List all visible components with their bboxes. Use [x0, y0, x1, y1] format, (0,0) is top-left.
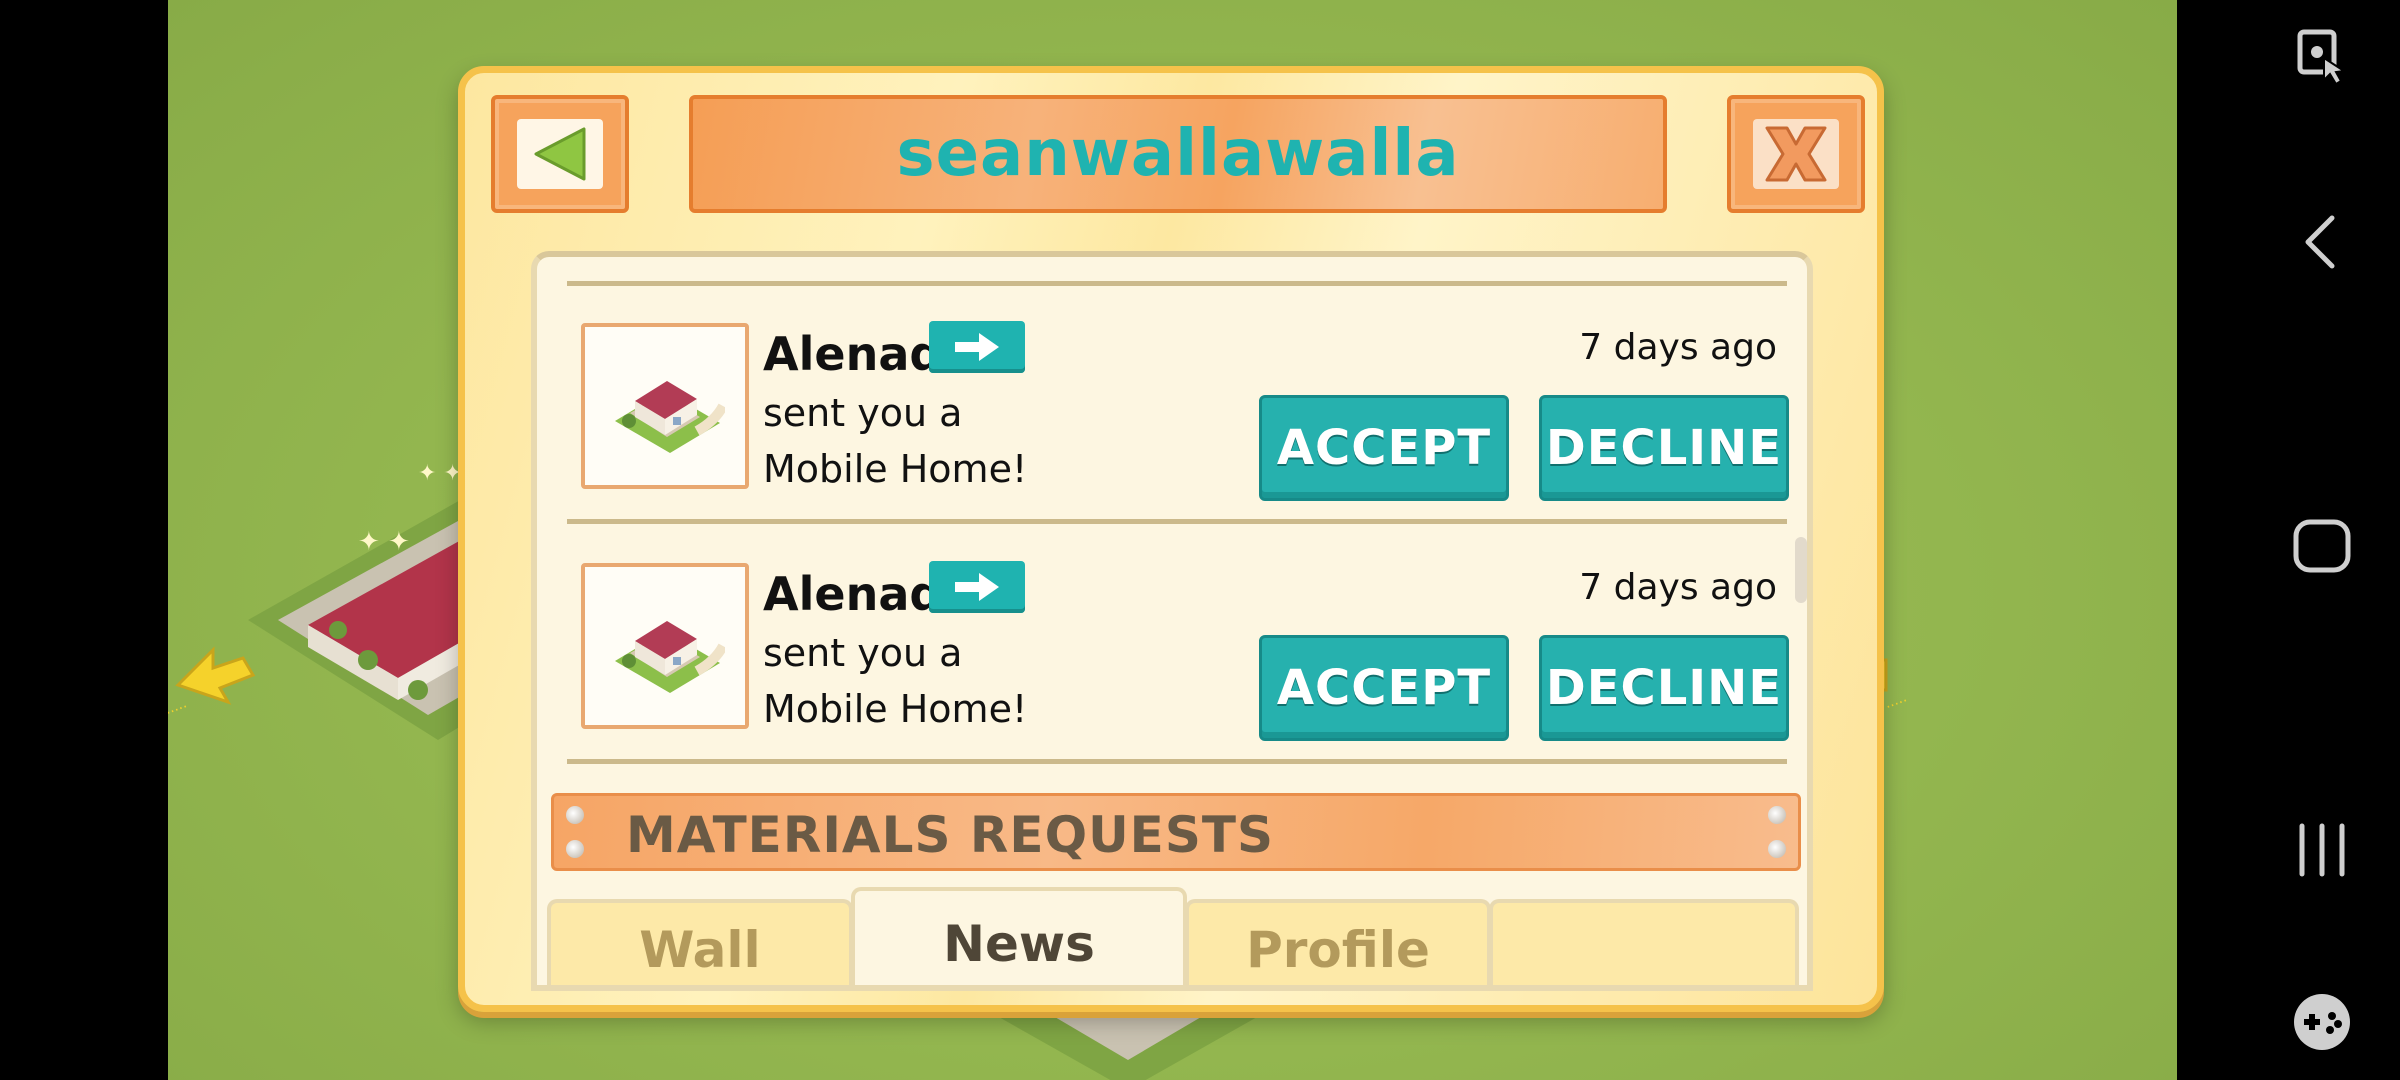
tab-wall[interactable]: Wall	[547, 899, 853, 985]
mobile-home-icon	[615, 381, 725, 453]
divider	[567, 759, 1787, 764]
expand-arrow-left-icon[interactable]: ·····	[168, 630, 278, 720]
gift-thumbnail[interactable]	[581, 323, 749, 489]
message-text: sent you a Mobile Home!	[763, 631, 1028, 731]
scrollbar-thumb[interactable]	[1795, 537, 1807, 603]
timestamp: 7 days ago	[1579, 567, 1777, 608]
home-square-icon[interactable]	[2290, 514, 2354, 578]
mobile-home-icon	[615, 621, 725, 693]
svg-text:✦ ✦: ✦ ✦	[418, 461, 462, 486]
gamepad-icon[interactable]	[2290, 990, 2354, 1054]
dialog-title: seanwallawalla	[896, 117, 1460, 191]
timestamp: 7 days ago	[1579, 327, 1777, 368]
svg-text:·····: ·····	[1884, 693, 1910, 716]
tab-profile[interactable]: Profile	[1185, 899, 1491, 985]
tab-empty	[1489, 899, 1799, 985]
back-chevron-icon[interactable]	[2290, 210, 2354, 274]
tab-bar: Wall News Profile	[547, 885, 1807, 985]
bolt-icon	[1768, 806, 1786, 824]
decline-button[interactable]: DECLINE	[1539, 635, 1789, 741]
close-button[interactable]	[1727, 95, 1865, 213]
tab-news[interactable]: News	[851, 887, 1187, 985]
gift-thumbnail[interactable]	[581, 563, 749, 729]
section-header-label: MATERIALS REQUESTS	[626, 806, 1274, 864]
bolt-icon	[566, 806, 584, 824]
triangle-left-icon	[534, 127, 586, 181]
expand-arrow-right-icon[interactable]: ·····	[1868, 640, 1978, 730]
sender-name: Alenad	[763, 327, 943, 381]
neighbor-dialog: seanwallawalla Alenad sent you a Mobile …	[458, 66, 1884, 1012]
divider	[567, 519, 1787, 524]
svg-text:·····: ·····	[168, 699, 190, 720]
back-button[interactable]	[491, 95, 629, 213]
visit-neighbor-button[interactable]	[929, 561, 1025, 613]
svg-text:✦ ✦: ✦ ✦	[358, 527, 410, 557]
sender-name: Alenad	[763, 567, 943, 621]
news-panel[interactable]: Alenad sent you a Mobile Home! 7 days ag…	[531, 251, 1813, 991]
screen-touch-icon[interactable]	[2290, 24, 2354, 88]
accept-button[interactable]: ACCEPT	[1259, 635, 1509, 741]
list-item: Alenad sent you a Mobile Home! 7 days ag…	[537, 299, 1807, 529]
list-item: Alenad sent you a Mobile Home! 7 days ag…	[537, 539, 1807, 769]
right-letterbox	[2177, 0, 2400, 1080]
bolt-icon	[566, 840, 584, 858]
accept-button[interactable]: ACCEPT	[1259, 395, 1509, 501]
title-bar: seanwallawalla	[689, 95, 1667, 213]
section-header-materials[interactable]: MATERIALS REQUESTS	[551, 793, 1801, 871]
recents-icon[interactable]	[2290, 818, 2354, 882]
visit-neighbor-button[interactable]	[929, 321, 1025, 373]
x-icon	[1765, 126, 1827, 182]
divider	[567, 281, 1787, 286]
left-letterbox	[0, 0, 168, 1080]
message-text: sent you a Mobile Home!	[763, 391, 1028, 491]
bolt-icon	[1768, 840, 1786, 858]
arrow-right-icon	[955, 333, 999, 361]
arrow-right-icon	[955, 573, 999, 601]
decline-button[interactable]: DECLINE	[1539, 395, 1789, 501]
